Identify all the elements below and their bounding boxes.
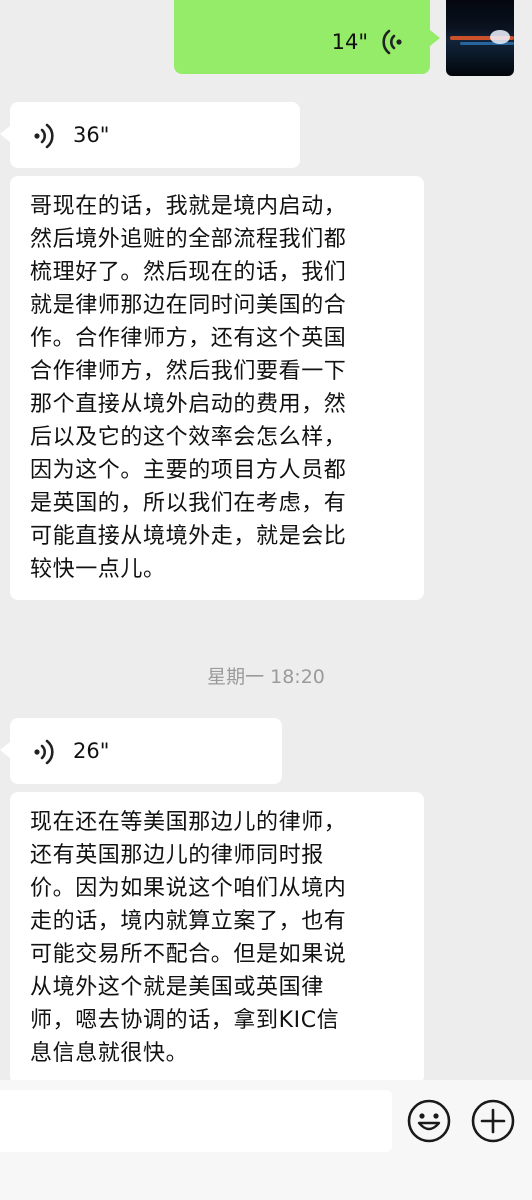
incoming-voice-message[interactable]: 36" xyxy=(0,102,300,168)
incoming-voice-message[interactable]: 26" xyxy=(0,718,282,784)
chat-history: 14" 36" 哥现在的话，我就是境内启动， 然后境外追赃的全部流程我们都 梳理… xyxy=(0,0,532,1080)
emoji-icon[interactable] xyxy=(406,1098,452,1144)
transcript-text: 哥现在的话，我就是境内启动， 然后境外追赃的全部流程我们都 梳理好了。然后现在的… xyxy=(30,194,347,582)
my-avatar[interactable] xyxy=(446,0,514,76)
plus-icon[interactable] xyxy=(470,1098,516,1144)
input-bar xyxy=(0,1080,532,1200)
message-timestamp: 星期一 18:20 xyxy=(207,666,325,688)
voice-duration: 26" xyxy=(73,739,110,763)
voice-duration: 36" xyxy=(73,123,110,147)
transcript-text: 现在还在等美国那边儿的律师， 还有英国那边儿的律师同时报 价。因为如果说这个咱们… xyxy=(30,810,347,1066)
message-input[interactable] xyxy=(0,1090,392,1152)
outgoing-voice-message[interactable]: 14" xyxy=(174,0,440,74)
voice-duration: 14" xyxy=(331,30,368,54)
voice-wave-icon xyxy=(34,739,54,765)
voice-wave-icon xyxy=(382,29,402,55)
voice-wave-icon xyxy=(34,123,54,149)
voice-transcript[interactable]: 哥现在的话，我就是境内启动， 然后境外追赃的全部流程我们都 梳理好了。然后现在的… xyxy=(10,176,424,600)
voice-transcript[interactable]: 现在还在等美国那边儿的律师， 还有英国那边儿的律师同时报 价。因为如果说这个咱们… xyxy=(10,792,424,1080)
